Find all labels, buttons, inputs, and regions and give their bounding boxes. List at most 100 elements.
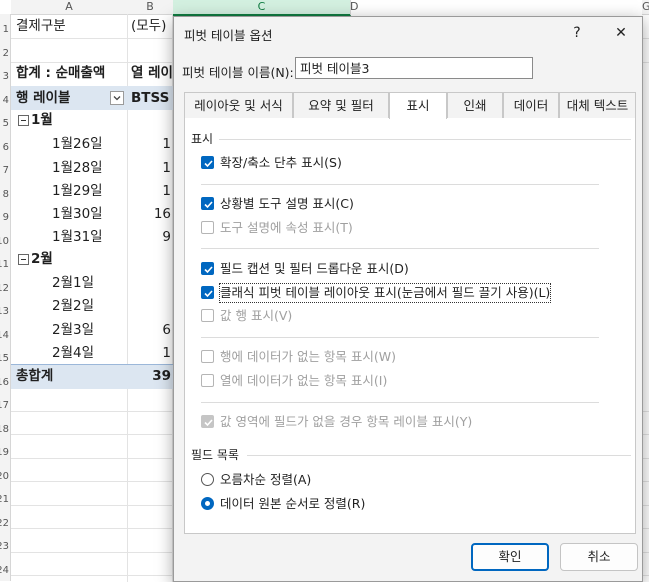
column-header-d[interactable]: D — [350, 0, 358, 15]
checkbox-checked-icon — [201, 197, 214, 210]
tab-layout-format[interactable]: 레이아웃 및 서식 — [184, 92, 293, 118]
column-header-c[interactable]: C — [173, 0, 351, 16]
group-label: 1월 — [31, 112, 53, 128]
row-header-number[interactable]: 16 — [0, 371, 9, 394]
row-header-number[interactable]: 18 — [0, 418, 9, 441]
row-header-number[interactable]: 23 — [0, 535, 9, 558]
group-separator — [201, 402, 599, 403]
checkbox-checked-icon — [201, 156, 214, 169]
close-button[interactable]: ✕ — [606, 21, 636, 45]
checkbox-label: 확장/축소 단추 표시(S) — [220, 155, 342, 170]
tab-totals-filters[interactable]: 요약 및 필터 — [293, 92, 389, 118]
row-header-number[interactable]: 15 — [0, 347, 9, 370]
checkbox-label: 상황별 도구 설명 표시(C) — [220, 196, 354, 211]
cancel-button[interactable]: 취소 — [560, 543, 638, 571]
row-item-value: 16 — [153, 206, 171, 222]
tab-alt-text[interactable]: 대체 텍스트 — [559, 92, 636, 118]
dialog-title: 피벗 테이블 옵션 — [184, 28, 273, 43]
column-header-label: G — [642, 0, 649, 13]
checkbox-unchecked-icon — [201, 221, 214, 234]
row-header-number[interactable]: 17 — [0, 394, 9, 417]
row-item-label: 1월28일 — [52, 160, 103, 176]
row-header-number[interactable]: 1 — [3, 18, 9, 41]
column-header-g[interactable]: G — [642, 0, 649, 15]
checkbox-checked-icon — [201, 286, 214, 299]
tab-display[interactable]: 표시 — [389, 92, 447, 119]
row-labels-dropdown[interactable] — [110, 91, 124, 105]
row-item-label: 2월4일 — [52, 345, 95, 361]
checkbox-label: 필드 캡션 및 필터 드롭다운 표시(D) — [220, 261, 409, 276]
row-header-number[interactable]: 19 — [0, 441, 9, 464]
group-separator — [201, 184, 599, 185]
row-header-number[interactable]: 8 — [3, 183, 9, 206]
row-header-number[interactable]: 5 — [3, 112, 9, 135]
row-item-label: 2월1일 — [52, 275, 95, 291]
tab-printing[interactable]: 인쇄 — [447, 92, 503, 118]
checkbox-unchecked-icon — [201, 350, 214, 363]
column-header-a[interactable]: A — [11, 0, 128, 15]
row-item-value: 6 — [162, 322, 171, 338]
radio-unselected-icon — [201, 473, 214, 486]
checkbox-unchecked-icon — [201, 309, 214, 322]
row-item-label: 2월2일 — [52, 298, 95, 314]
row-item-label: 1월31일 — [52, 229, 103, 245]
group-separator — [201, 248, 599, 249]
pivot-name-input[interactable]: 피벗 테이블3 — [295, 57, 533, 79]
row-header-number[interactable]: 22 — [0, 512, 9, 535]
display-section-label: 표시 — [191, 132, 214, 146]
row-header-number[interactable]: 10 — [0, 230, 9, 253]
values-header: 합계 : 순매출액 — [16, 65, 106, 81]
help-button[interactable]: ? — [562, 21, 592, 45]
checkbox-label: 행에 데이터가 없는 항목 표시(W) — [220, 349, 397, 364]
row-item-value: 1 — [162, 136, 171, 152]
checkbox-label: 값 영역에 필드가 없을 경우 항목 레이블 표시(Y) — [220, 414, 473, 429]
row-header-number[interactable]: 13 — [0, 300, 9, 323]
checkbox-unchecked-icon — [201, 374, 214, 387]
column-header-b[interactable]: B — [127, 0, 174, 15]
group-separator — [201, 337, 599, 338]
group-label: 2월 — [31, 251, 53, 267]
display-tab-panel: 표시 확장/축소 단추 표시(S) 상황별 도구 설명 표시(C) 도구 설명에… — [184, 118, 636, 534]
report-filter-value[interactable]: (모두) — [131, 14, 166, 38]
row-header-column: 123456789101112131415161718192021222324 — [0, 14, 11, 581]
ok-button[interactable]: 확인 — [471, 543, 549, 571]
row-item-label: 1월30일 — [52, 206, 103, 222]
checkbox-label: 열에 데이터가 없는 항목 표시(I) — [220, 373, 388, 388]
row-item-value: 1 — [162, 183, 171, 199]
tab-data[interactable]: 데이터 — [503, 92, 559, 118]
row-header-number[interactable]: 20 — [0, 465, 9, 488]
row-item-value: 1 — [162, 345, 171, 361]
radio-label: 오름차순 정렬(A) — [220, 472, 312, 487]
chevron-down-icon — [113, 96, 121, 101]
collapse-icon[interactable] — [18, 115, 29, 126]
column-header-label: A — [65, 0, 73, 13]
field-list-section-label: 필드 목록 — [191, 448, 239, 462]
column-labels-header: 열 레이 — [131, 65, 173, 81]
section-separator — [247, 455, 631, 456]
report-filter-label: 결제구분 — [16, 18, 66, 34]
row-item-label: 1월29일 — [52, 183, 103, 199]
checkbox-checked-icon — [201, 262, 214, 275]
row-labels-header: 행 레이블 — [16, 90, 71, 106]
column-header-label: C — [257, 0, 266, 13]
row-header-number[interactable]: 9 — [3, 206, 9, 229]
pivot-name-label: 피벗 테이블 이름(N): — [182, 65, 294, 80]
row-header-number[interactable]: 24 — [0, 559, 9, 582]
row-header-number[interactable]: 6 — [3, 136, 9, 159]
row-header-number[interactable]: 4 — [3, 89, 9, 112]
row-item-label: 2월3일 — [52, 322, 95, 338]
checkbox-label: 클래식 피벗 테이블 레이아웃 표시(눈금에서 필드 끌기 사용)(L) — [218, 283, 552, 303]
dialog-titlebar[interactable]: 피벗 테이블 옵션 ? ✕ — [174, 17, 642, 49]
row-header-number[interactable]: 7 — [3, 159, 9, 182]
grand-total-value: 39 — [152, 368, 171, 384]
column-header-label: D — [350, 0, 359, 13]
row-header-number[interactable]: 11 — [0, 253, 9, 276]
row-header-number[interactable]: 14 — [0, 324, 9, 347]
radio-selected-icon — [201, 497, 214, 510]
row-header-number[interactable]: 12 — [0, 277, 9, 300]
row-header-number[interactable]: 2 — [3, 42, 9, 65]
pivot-table-options-dialog: 피벗 테이블 옵션 ? ✕ 피벗 테이블 이름(N): 피벗 테이블3 레이아웃… — [173, 16, 643, 582]
collapse-icon[interactable] — [18, 254, 29, 265]
row-header-number[interactable]: 3 — [3, 65, 9, 88]
row-header-number[interactable]: 21 — [0, 488, 9, 511]
